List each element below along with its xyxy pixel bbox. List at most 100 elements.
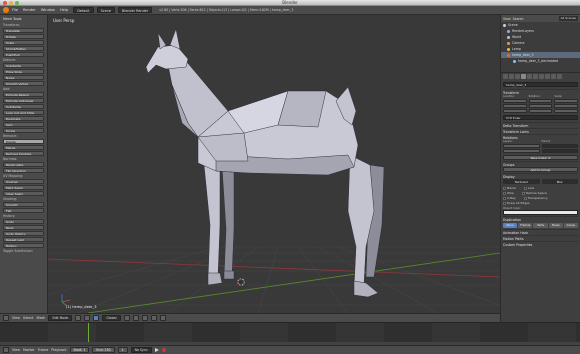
checkbox-icon[interactable] xyxy=(523,186,527,190)
menu-render[interactable]: Render xyxy=(23,8,36,12)
outliner-menu-search[interactable]: Search xyxy=(513,17,524,21)
face-select-icon[interactable] xyxy=(141,315,148,321)
scene-dropdown[interactable]: Scene xyxy=(96,7,115,13)
vertex-select-icon[interactable] xyxy=(123,315,130,321)
data-tab-icon[interactable] xyxy=(539,74,544,79)
3d-viewport[interactable]: User Persp (1) hemp_deer_3 xyxy=(48,15,500,313)
tool-button-delete[interactable]: Delete xyxy=(3,139,44,144)
dupli-tab-group[interactable]: Group xyxy=(563,223,579,228)
menu-help[interactable]: Help xyxy=(60,8,68,12)
pass-index-field[interactable]: Pass Index: 0 xyxy=(503,155,578,160)
tool-button-push-pull[interactable]: Push/Pull xyxy=(3,52,44,57)
parent-field[interactable] xyxy=(541,144,578,148)
object-tab-icon[interactable] xyxy=(521,74,526,79)
tool-button-flip-direction[interactable]: Flip Direction xyxy=(3,168,44,173)
rotation-z-field[interactable] xyxy=(528,109,553,113)
scale-x-field[interactable] xyxy=(554,99,579,103)
tool-button-flat[interactable]: Flat xyxy=(3,208,44,213)
record-icon[interactable] xyxy=(161,348,166,352)
parent-type-field[interactable] xyxy=(541,149,578,153)
timeline-menu-view[interactable]: View xyxy=(12,348,20,352)
outliner-item[interactable]: hemp_deer_3_decimated xyxy=(501,58,580,64)
current-frame-cursor[interactable] xyxy=(88,323,89,343)
tool-button-smooth-vertex[interactable]: Smooth Vertex xyxy=(3,81,44,86)
viewport-shading-icon[interactable] xyxy=(75,315,82,321)
tool-button-undo[interactable]: Undo xyxy=(3,219,44,224)
object-name-field[interactable]: hemp_deer_3 xyxy=(503,82,578,87)
world-tab-icon[interactable] xyxy=(515,74,520,79)
interaction-mode-dropdown[interactable]: Edit Mode xyxy=(48,315,73,321)
display-type-dropdown[interactable]: Textured xyxy=(503,179,540,184)
tool-button-translate[interactable]: Translate xyxy=(3,28,44,33)
checkbox-icon[interactable] xyxy=(521,191,525,195)
scale-y-field[interactable] xyxy=(554,104,579,108)
constraints-tab-icon[interactable] xyxy=(527,74,532,79)
edge-select-icon[interactable] xyxy=(132,315,139,321)
menu-mesh[interactable]: Mesh xyxy=(37,316,46,320)
render-engine-dropdown[interactable]: Blender Render xyxy=(117,7,153,13)
toggle-subdivision-label[interactable]: Toggle Subdivision xyxy=(3,249,44,254)
panel-custom-properties[interactable]: Custom Properties xyxy=(503,241,578,247)
dupli-tab-faces[interactable]: Faces xyxy=(548,223,563,228)
viewport-canvas[interactable] xyxy=(48,15,500,313)
tool-button-noise[interactable]: Noise xyxy=(3,75,44,80)
current-frame-field[interactable]: 1 xyxy=(117,347,128,353)
play-icon[interactable] xyxy=(154,348,159,352)
pivot-point-icon[interactable] xyxy=(84,315,91,321)
timeline-menu-playback[interactable]: Playback xyxy=(51,348,66,352)
tool-button-clear-seam[interactable]: Clear Seam xyxy=(3,191,44,196)
dupli-tab-verts[interactable]: Verts xyxy=(533,223,548,228)
location-z-field[interactable] xyxy=(503,109,527,113)
tool-button-scale[interactable]: Scale xyxy=(3,40,44,45)
end-frame-field[interactable]: End: 250 xyxy=(92,347,115,353)
physics-tab-icon[interactable] xyxy=(557,74,562,79)
tool-button-rotate[interactable]: Rotate xyxy=(3,34,44,39)
checkbox-icon[interactable] xyxy=(503,191,506,195)
tool-button-repeat-last[interactable]: Repeat Last xyxy=(3,237,44,242)
rotation-x-field[interactable] xyxy=(528,99,553,103)
tool-button-merge[interactable]: Merge xyxy=(3,145,44,150)
checkbox-icon[interactable] xyxy=(503,196,506,200)
dupli-tab-frames[interactable]: Frames xyxy=(518,223,533,228)
outliner-menu-view[interactable]: View xyxy=(503,17,511,21)
editor-type-icon[interactable] xyxy=(3,315,9,321)
tool-button-shrink-fatten[interactable]: Shrink/Fatten xyxy=(3,46,44,51)
timeline-menu-marker[interactable]: Marker xyxy=(23,348,35,352)
bounds-dropdown[interactable]: Box xyxy=(541,179,578,184)
tool-button-mark-seam[interactable]: Mark Seam xyxy=(3,185,44,190)
panel-duplication[interactable]: Duplication xyxy=(503,216,578,222)
timeline-menu-frame[interactable]: Frame xyxy=(38,348,49,352)
tool-button-extrude-individual[interactable]: Extrude Individual xyxy=(3,98,44,103)
outliner-filter-dropdown[interactable]: All Scenes xyxy=(558,16,578,21)
menu-view[interactable]: View xyxy=(12,316,20,320)
tool-button-smooth[interactable]: Smooth xyxy=(3,202,44,207)
material-tab-icon[interactable] xyxy=(545,74,550,79)
tool-button-spin[interactable]: Spin xyxy=(3,122,44,127)
checkbox-icon[interactable] xyxy=(503,186,506,190)
tool-button-edge-slide[interactable]: Edge Slide xyxy=(3,69,44,74)
blender-logo-icon[interactable] xyxy=(3,7,9,13)
layers-field[interactable] xyxy=(503,144,540,148)
3d-cursor-icon[interactable] xyxy=(236,277,246,287)
sync-mode-dropdown[interactable]: No Sync xyxy=(130,347,152,353)
tool-button-remove-doubles[interactable]: Remove Doubles xyxy=(3,151,44,156)
tool-button-unwrap[interactable]: Unwrap xyxy=(3,179,44,184)
location-y-field[interactable] xyxy=(503,104,527,108)
texture-tab-icon[interactable] xyxy=(551,74,556,79)
tool-button-subdivide[interactable]: Subdivide xyxy=(3,63,44,68)
dupli-tab-none[interactable]: None xyxy=(503,223,518,228)
checkbox-icon[interactable] xyxy=(503,201,506,205)
menu-window[interactable]: Window xyxy=(41,8,55,12)
object-color-swatch[interactable] xyxy=(503,210,578,215)
render-preview-icon[interactable] xyxy=(159,315,166,321)
scene-tab-icon[interactable] xyxy=(509,74,514,79)
timeline-editor[interactable] xyxy=(0,322,580,345)
tool-button-duplicate[interactable]: Duplicate xyxy=(3,116,44,121)
layers-field-2[interactable] xyxy=(503,149,540,153)
manipulator-icon[interactable] xyxy=(93,315,100,321)
scale-z-field[interactable] xyxy=(554,109,579,113)
tool-button-extrude-region[interactable]: Extrude Region xyxy=(3,92,44,97)
tool-button-subdivide[interactable]: Subdivide xyxy=(3,104,44,109)
menu-file[interactable]: File xyxy=(12,8,18,12)
timeline-editor-type-icon[interactable] xyxy=(3,347,9,353)
